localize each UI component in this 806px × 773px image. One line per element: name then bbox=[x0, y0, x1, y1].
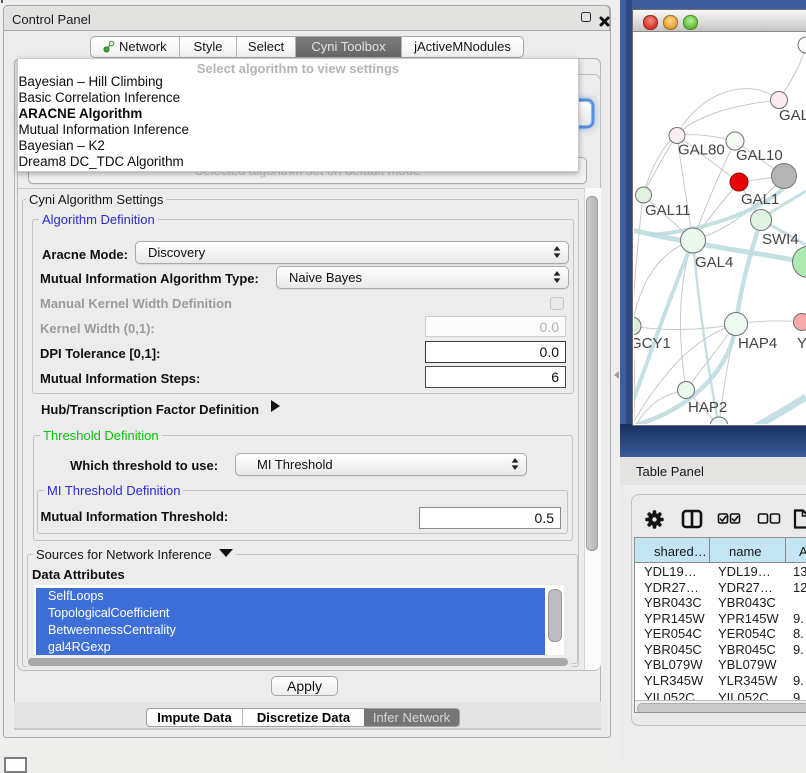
svg-text:GAL4: GAL4 bbox=[695, 254, 733, 271]
svg-text:Y: Y bbox=[797, 335, 806, 352]
svg-text:HAP2: HAP2 bbox=[688, 399, 727, 416]
svg-text:SWI4: SWI4 bbox=[762, 231, 799, 248]
svg-text:GCY1: GCY1 bbox=[634, 335, 671, 352]
svg-text:HAP4: HAP4 bbox=[738, 335, 777, 352]
svg-text:GAL7: GAL7 bbox=[779, 107, 806, 124]
svg-text:GAL1: GAL1 bbox=[741, 191, 779, 208]
svg-text:GAL11: GAL11 bbox=[645, 202, 691, 219]
svg-text:GAL80: GAL80 bbox=[678, 142, 725, 159]
svg-text:GAL10: GAL10 bbox=[736, 147, 783, 164]
